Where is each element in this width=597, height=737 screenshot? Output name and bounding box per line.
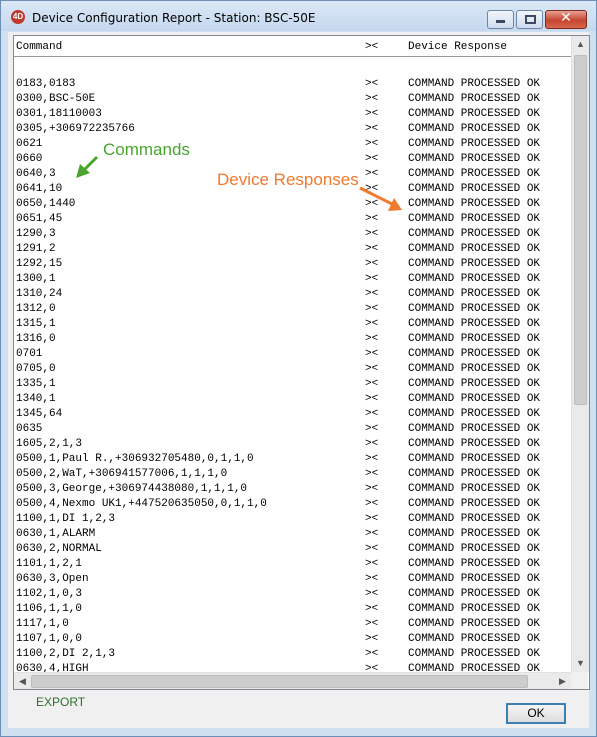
commands-arrow-icon [76,155,99,178]
responses-arrow-icon [359,186,402,211]
annotation-arrows [76,155,402,211]
